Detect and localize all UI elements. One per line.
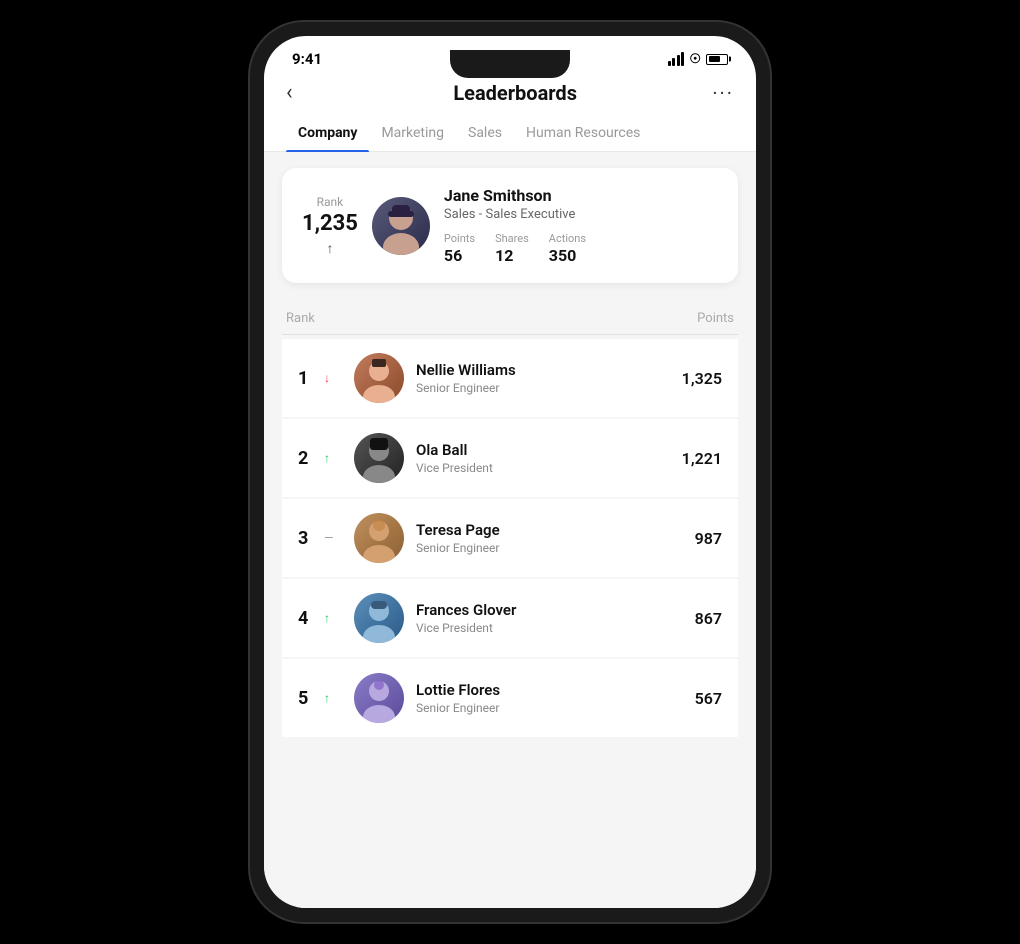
list-header-points: Points	[697, 311, 734, 326]
my-rank-card: Rank 1,235 ↑ Jane Smithson Sales - Sales…	[282, 168, 738, 283]
my-rank-arrow: ↑	[326, 240, 333, 257]
status-icons: ☉	[668, 52, 728, 67]
tab-company[interactable]: Company	[286, 115, 369, 151]
status-time: 9:41	[292, 50, 322, 68]
phone-screen: 9:41 ☉ ‹ Leaderboards ··· Company	[264, 36, 756, 908]
list-item[interactable]: 2 ↑ Ola Ball Vice President	[282, 419, 738, 497]
stat-points: Points 56	[444, 232, 475, 265]
leaderboard-list: 1 ↓ Nellie Williams Senior Engineer	[282, 339, 738, 737]
tab-marketing[interactable]: Marketing	[369, 115, 456, 151]
rank-section: 5 ↑	[298, 688, 342, 709]
list-item[interactable]: 3 — Teresa Page Senior Engineer	[282, 499, 738, 577]
stat-shares-value: 12	[495, 246, 529, 265]
item-points: 1,221	[682, 449, 722, 468]
stat-shares: Shares 12	[495, 232, 529, 265]
trend-icon: ↑	[324, 691, 330, 705]
stat-actions-value: 350	[549, 246, 586, 265]
item-points: 567	[695, 689, 722, 708]
my-info: Jane Smithson Sales - Sales Executive Po…	[444, 186, 718, 265]
tab-bar: Company Marketing Sales Human Resources	[264, 115, 756, 152]
item-rank: 3	[298, 528, 316, 549]
avatar	[354, 353, 404, 403]
content-area: Rank 1,235 ↑ Jane Smithson Sales - Sales…	[264, 152, 756, 908]
item-role: Senior Engineer	[416, 381, 670, 395]
item-info: Lottie Flores Senior Engineer	[416, 681, 683, 715]
my-name: Jane Smithson	[444, 186, 718, 205]
trend-icon: —	[324, 531, 333, 545]
item-role: Vice President	[416, 461, 670, 475]
avatar	[354, 673, 404, 723]
list-item[interactable]: 5 ↑ Lottie Flores Senior Engineer	[282, 659, 738, 737]
stat-actions-label: Actions	[549, 232, 586, 245]
item-name: Teresa Page	[416, 521, 683, 539]
notch	[450, 50, 570, 78]
signal-icon	[668, 52, 685, 66]
trend-icon: ↓	[324, 371, 330, 385]
item-info: Ola Ball Vice President	[416, 441, 670, 475]
item-name: Lottie Flores	[416, 681, 683, 699]
phone-wrapper: 9:41 ☉ ‹ Leaderboards ··· Company	[250, 22, 770, 922]
item-rank: 2	[298, 448, 316, 469]
list-header-rank: Rank	[286, 311, 315, 326]
item-rank: 1	[298, 368, 316, 389]
tab-sales[interactable]: Sales	[456, 115, 514, 151]
list-divider	[282, 334, 738, 335]
my-rank-section: Rank 1,235 ↑	[302, 195, 358, 257]
avatar	[354, 513, 404, 563]
item-role: Vice President	[416, 621, 683, 635]
list-item[interactable]: 1 ↓ Nellie Williams Senior Engineer	[282, 339, 738, 417]
rank-label: Rank	[317, 195, 344, 209]
item-role: Senior Engineer	[416, 701, 683, 715]
stat-actions: Actions 350	[549, 232, 586, 265]
item-info: Teresa Page Senior Engineer	[416, 521, 683, 555]
item-points: 987	[695, 529, 722, 548]
item-rank: 5	[298, 688, 316, 709]
my-rank-number: 1,235	[302, 211, 358, 236]
item-points: 1,325	[682, 369, 722, 388]
trend-icon: ↑	[324, 611, 330, 625]
my-avatar	[372, 197, 430, 255]
avatar	[354, 593, 404, 643]
battery-icon	[706, 54, 728, 65]
item-name: Frances Glover	[416, 601, 683, 619]
rank-section: 4 ↑	[298, 608, 342, 629]
item-info: Nellie Williams Senior Engineer	[416, 361, 670, 395]
trend-icon: ↑	[324, 451, 330, 465]
tab-hr[interactable]: Human Resources	[514, 115, 652, 151]
stat-shares-label: Shares	[495, 232, 529, 245]
stat-points-label: Points	[444, 232, 475, 245]
back-button[interactable]: ‹	[286, 80, 318, 105]
item-info: Frances Glover Vice President	[416, 601, 683, 635]
rank-section: 1 ↓	[298, 368, 342, 389]
my-role: Sales - Sales Executive	[444, 207, 718, 222]
item-points: 867	[695, 609, 722, 628]
wifi-icon: ☉	[689, 52, 701, 67]
list-header: Rank Points	[282, 305, 738, 334]
list-item[interactable]: 4 ↑ Frances Glover Vice President	[282, 579, 738, 657]
item-name: Nellie Williams	[416, 361, 670, 379]
avatar	[354, 433, 404, 483]
item-role: Senior Engineer	[416, 541, 683, 555]
rank-section: 2 ↑	[298, 448, 342, 469]
item-name: Ola Ball	[416, 441, 670, 459]
app-header: ‹ Leaderboards ···	[264, 74, 756, 115]
stat-points-value: 56	[444, 246, 475, 265]
page-title: Leaderboards	[453, 81, 577, 105]
rank-section: 3 —	[298, 528, 342, 549]
more-button[interactable]: ···	[712, 81, 734, 105]
item-rank: 4	[298, 608, 316, 629]
my-stats: Points 56 Shares 12 Actions 350	[444, 232, 718, 265]
